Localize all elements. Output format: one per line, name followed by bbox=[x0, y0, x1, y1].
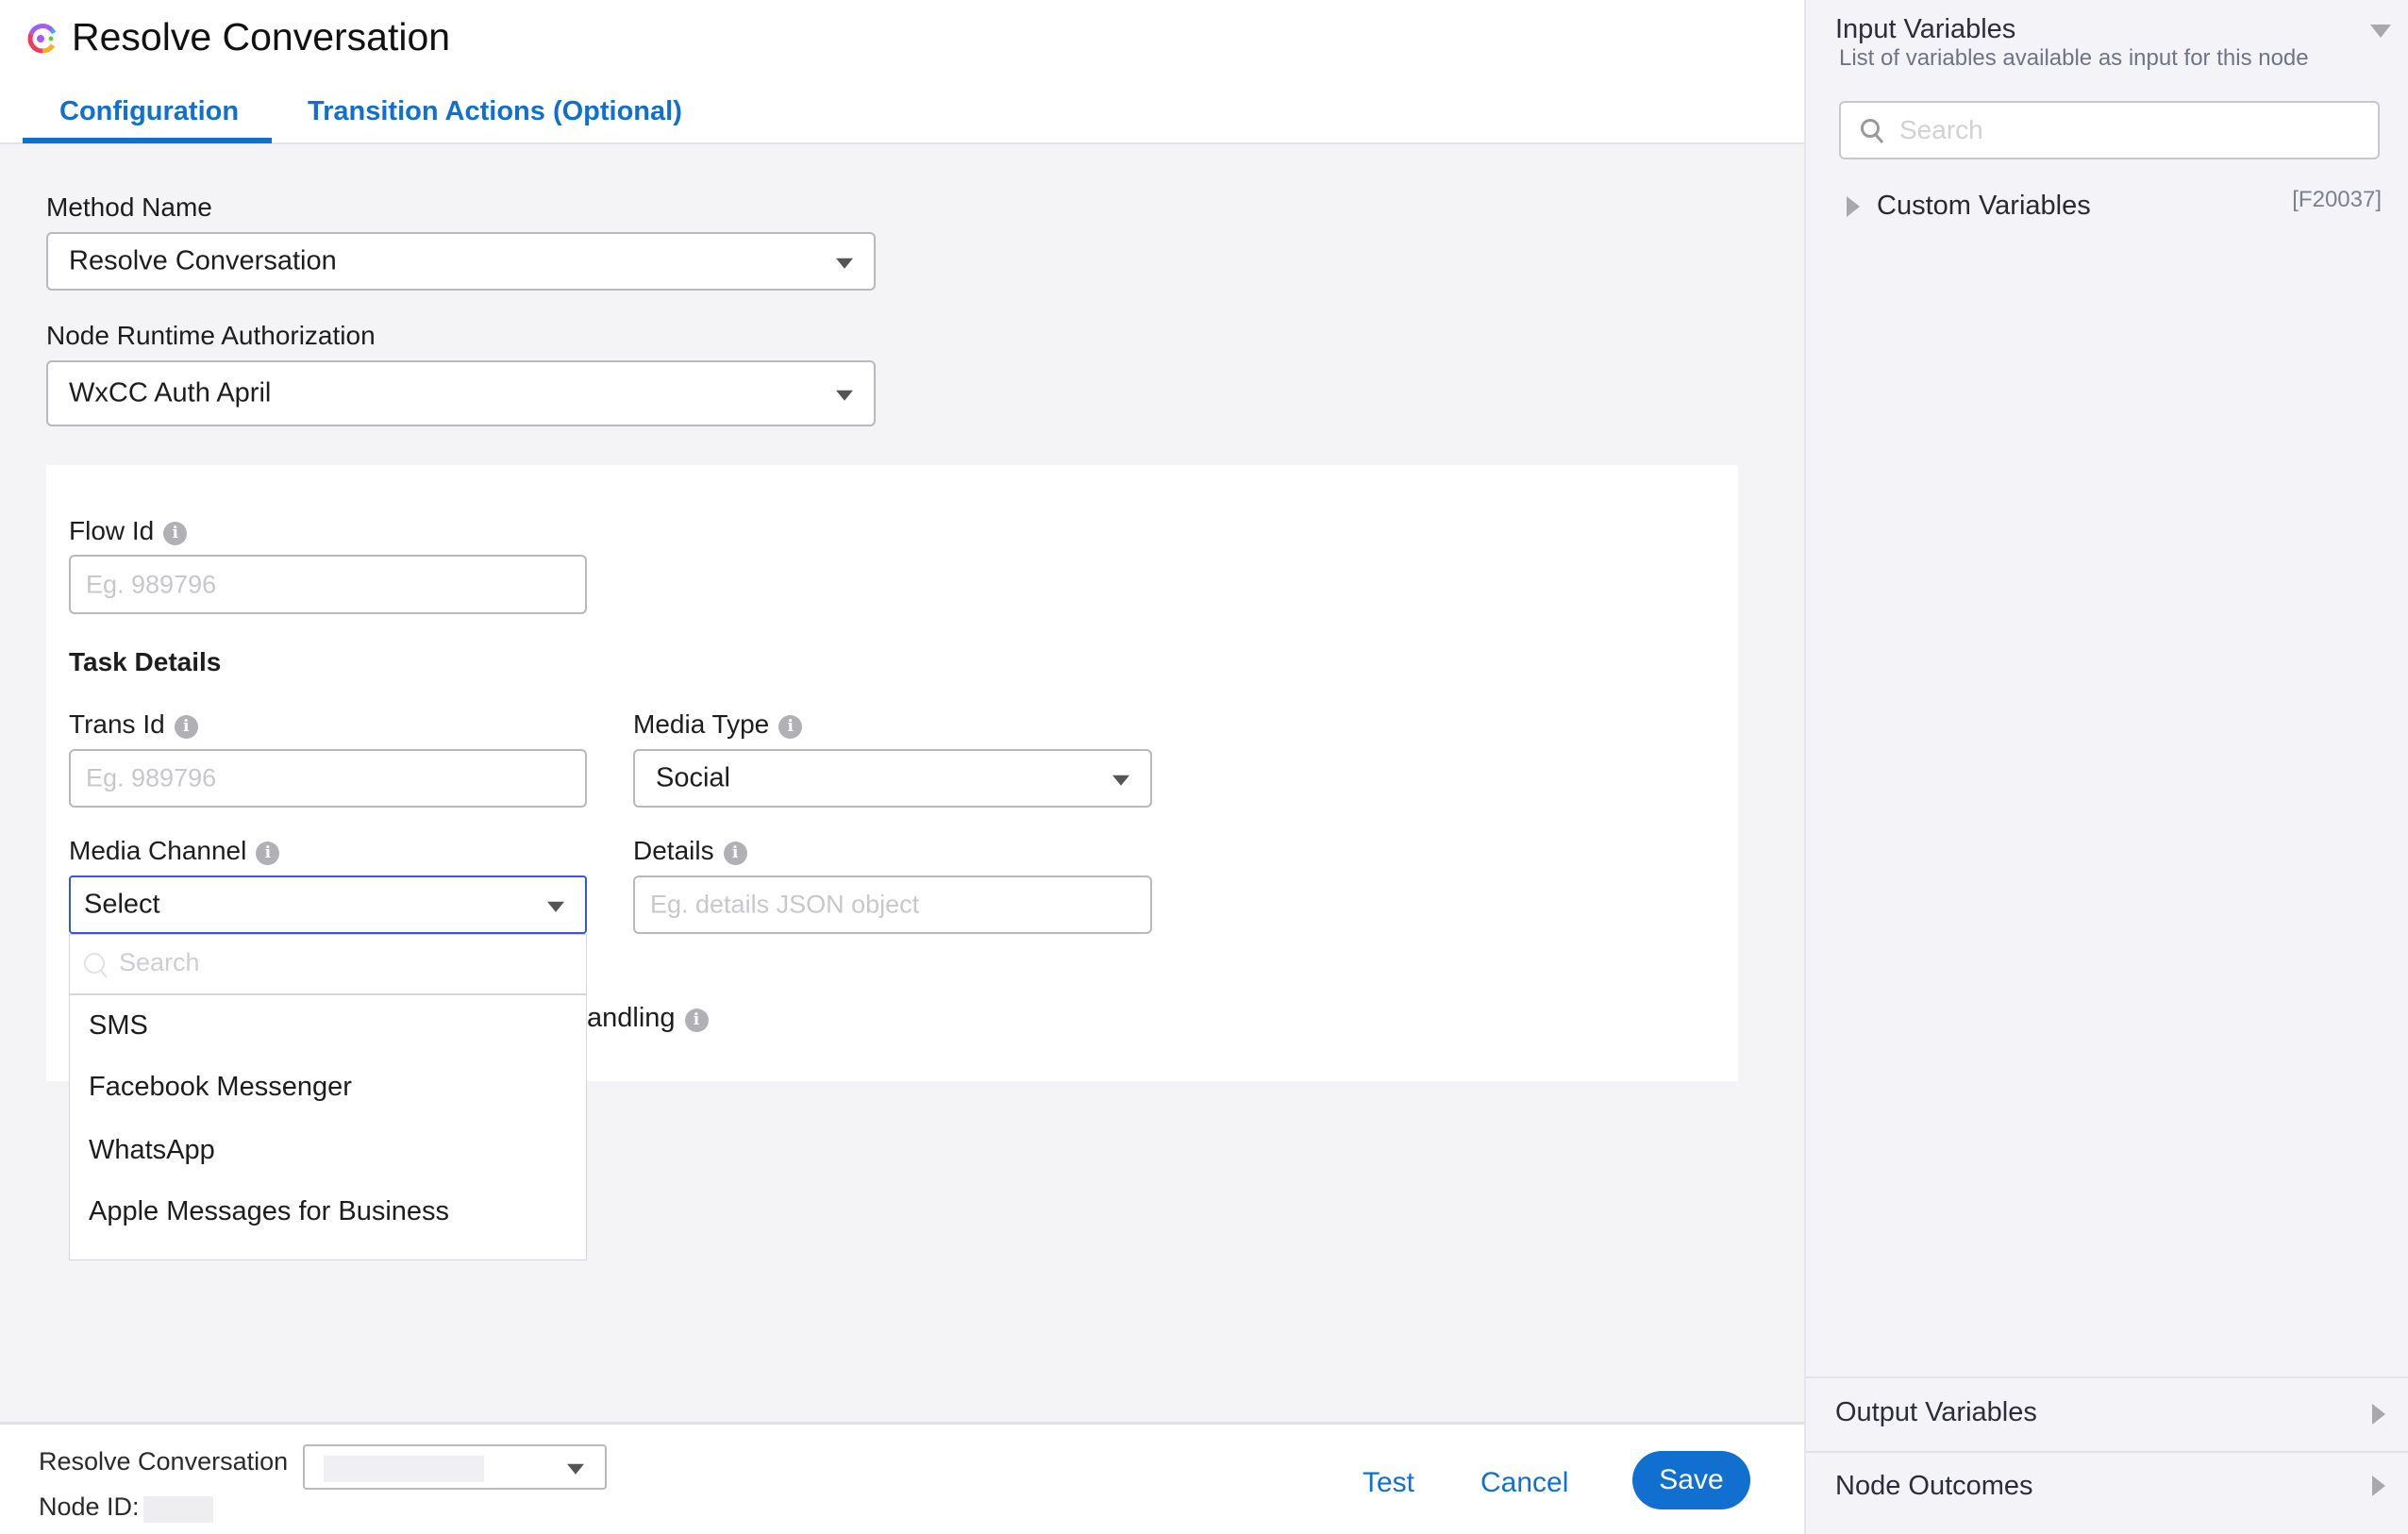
info-icon[interactable]: i bbox=[256, 842, 280, 865]
input-variables-title[interactable]: Input Variables bbox=[1835, 14, 2015, 45]
search-icon bbox=[1861, 119, 1884, 143]
method-name-value: Resolve Conversation bbox=[69, 245, 337, 276]
expand-icon bbox=[2372, 1476, 2385, 1496]
custom-variables-label: Custom Variables bbox=[1877, 191, 2091, 221]
dropdown-search[interactable]: Search bbox=[70, 935, 586, 995]
node-outcomes-section[interactable]: Node Outcomes bbox=[1806, 1453, 2408, 1534]
node-runtime-auth-value: WxCC Auth April bbox=[69, 377, 272, 409]
info-icon[interactable]: i bbox=[723, 842, 747, 865]
media-type-label-text: Media Type bbox=[633, 709, 770, 739]
info-icon[interactable]: i bbox=[163, 522, 188, 545]
info-icon[interactable]: i bbox=[778, 715, 803, 739]
trans-id-label-text: Trans Id bbox=[69, 709, 165, 739]
chevron-down-icon bbox=[836, 390, 853, 401]
flow-id-label: Flow Id i bbox=[69, 516, 188, 546]
info-icon[interactable]: i bbox=[174, 715, 198, 739]
custom-variables-code: [F20037] bbox=[2292, 187, 2382, 212]
tab-transition-actions[interactable]: Transition Actions (Optional) bbox=[308, 96, 682, 127]
media-channel-dropdown: Search SMS Facebook Messenger WhatsApp A… bbox=[69, 934, 587, 1260]
redacted-node-id bbox=[143, 1496, 213, 1523]
method-name-select[interactable]: Resolve Conversation bbox=[46, 232, 876, 291]
expand-icon bbox=[1847, 196, 1860, 217]
trans-id-placeholder: Eg. 989796 bbox=[86, 763, 217, 792]
redacted-value bbox=[324, 1456, 484, 1482]
expand-icon bbox=[2372, 1404, 2385, 1425]
app-logo-icon bbox=[27, 24, 57, 54]
chevron-down-icon bbox=[547, 901, 564, 912]
flow-id-label-text: Flow Id bbox=[69, 516, 155, 545]
footer-node-select[interactable] bbox=[303, 1444, 607, 1490]
media-type-value: Social bbox=[656, 762, 730, 793]
node-runtime-auth-select[interactable]: WxCC Auth April bbox=[46, 360, 876, 426]
hidden-field-label-text: andling bbox=[587, 1003, 676, 1033]
flow-id-placeholder: Eg. 989796 bbox=[86, 570, 217, 598]
variables-search-input[interactable]: Search bbox=[1839, 101, 2380, 159]
output-variables-section[interactable]: Output Variables bbox=[1806, 1378, 2408, 1451]
save-button[interactable]: Save bbox=[1632, 1451, 1750, 1509]
details-input[interactable]: Eg. details JSON object bbox=[633, 875, 1152, 934]
trans-id-label: Trans Id i bbox=[69, 709, 198, 740]
main-panel: Resolve Conversation Configuration Trans… bbox=[0, 0, 1804, 1534]
option-sms[interactable]: SMS bbox=[89, 1010, 148, 1042]
chevron-down-icon bbox=[836, 258, 853, 269]
method-name-label: Method Name bbox=[46, 192, 212, 222]
media-type-select[interactable]: Social bbox=[633, 749, 1152, 808]
task-details-heading: Task Details bbox=[69, 647, 222, 676]
option-whatsapp[interactable]: WhatsApp bbox=[89, 1135, 215, 1166]
input-variables-subtitle: List of variables available as input for… bbox=[1839, 45, 2309, 71]
footer: Resolve Conversation Node ID: Test Cance… bbox=[0, 1422, 1804, 1534]
hidden-field-label: andling i bbox=[587, 1003, 709, 1034]
media-type-label: Media Type i bbox=[633, 709, 803, 740]
info-icon[interactable]: i bbox=[684, 1009, 709, 1032]
trans-id-input[interactable]: Eg. 989796 bbox=[69, 749, 587, 808]
active-tab-indicator bbox=[23, 138, 272, 143]
details-placeholder: Eg. details JSON object bbox=[650, 890, 920, 919]
custom-variables-group[interactable]: Custom Variables [F20037] bbox=[1806, 187, 2408, 232]
header: Resolve Conversation Configuration Trans… bbox=[0, 0, 1804, 144]
variables-panel: Input Variables List of variables availa… bbox=[1804, 0, 2408, 1534]
details-label-text: Details bbox=[633, 836, 714, 865]
node-outcomes-title: Node Outcomes bbox=[1835, 1471, 2033, 1501]
dropdown-search-placeholder: Search bbox=[119, 948, 200, 976]
tab-configuration[interactable]: Configuration bbox=[59, 96, 239, 127]
node-id-label: Node ID: bbox=[39, 1492, 140, 1521]
media-channel-value: Select bbox=[84, 889, 160, 920]
media-channel-select[interactable]: Select bbox=[69, 875, 587, 934]
option-apple-messages[interactable]: Apple Messages for Business bbox=[89, 1196, 449, 1227]
node-runtime-auth-label: Node Runtime Authorization bbox=[46, 321, 376, 350]
page-title: Resolve Conversation bbox=[72, 15, 451, 58]
output-variables-title: Output Variables bbox=[1835, 1397, 2037, 1427]
option-facebook-messenger[interactable]: Facebook Messenger bbox=[89, 1072, 352, 1103]
test-button[interactable]: Test bbox=[1363, 1467, 1414, 1499]
media-channel-label-text: Media Channel bbox=[69, 836, 247, 865]
chevron-down-icon bbox=[567, 1463, 584, 1475]
variables-search-placeholder: Search bbox=[1899, 115, 1983, 144]
details-label: Details i bbox=[633, 836, 747, 866]
media-channel-label: Media Channel i bbox=[69, 836, 280, 866]
flow-id-input[interactable]: Eg. 989796 bbox=[69, 555, 587, 614]
footer-node-label: Resolve Conversation bbox=[39, 1447, 289, 1476]
chevron-down-icon bbox=[1112, 775, 1129, 786]
search-icon bbox=[84, 953, 108, 978]
cancel-button[interactable]: Cancel bbox=[1480, 1467, 1568, 1499]
collapse-icon[interactable] bbox=[2370, 25, 2391, 38]
